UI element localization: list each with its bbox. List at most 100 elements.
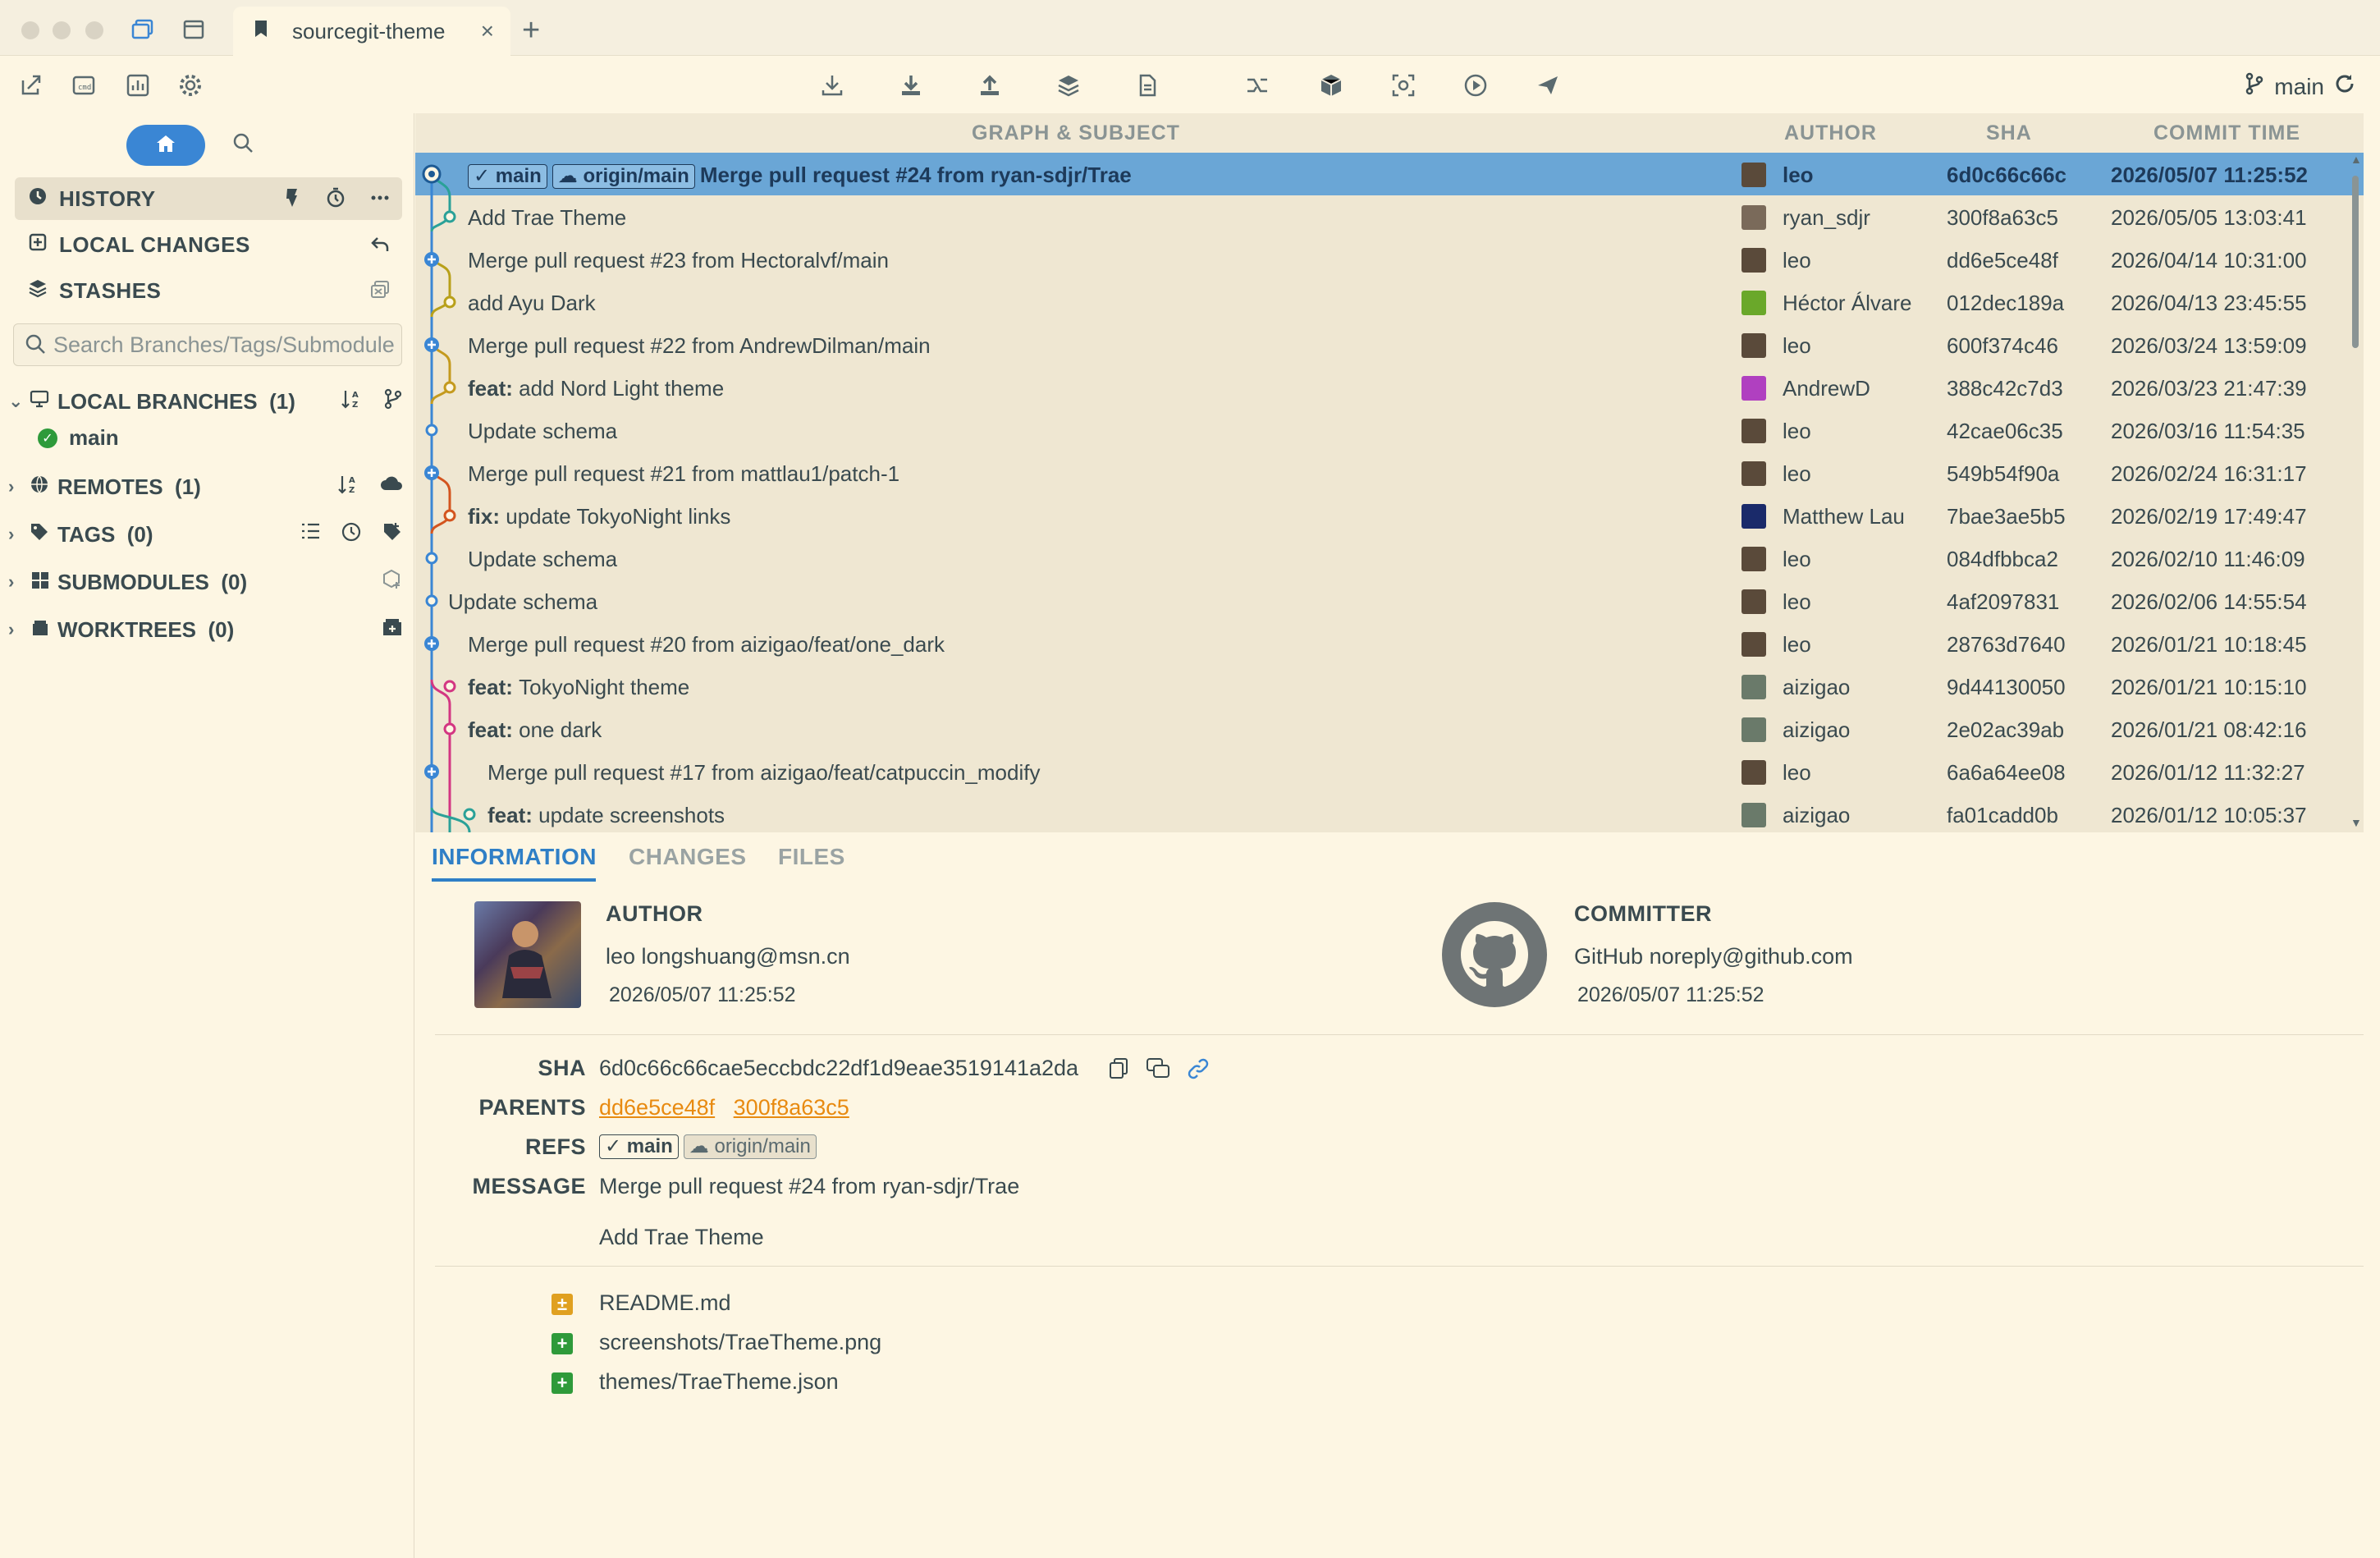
open-ai-assistant-icon[interactable]	[1533, 71, 1563, 100]
more-options-icon[interactable]	[369, 187, 391, 214]
add-remote-icon[interactable]	[380, 474, 403, 501]
git-lfs-icon[interactable]	[1316, 71, 1346, 100]
current-branch-check-icon: ✓	[38, 428, 57, 448]
commit-time: 2026/04/14 10:31:00	[2111, 248, 2307, 273]
parent-link[interactable]: dd6e5ce48f	[599, 1095, 715, 1120]
changed-file[interactable]: themes/TraeTheme.json	[599, 1369, 839, 1395]
commit-row[interactable]: fix: update TokyoNight links Matthew Lau 7…	[415, 494, 2364, 537]
tab-information[interactable]: INFORMATION	[432, 844, 597, 870]
ref-tag-main[interactable]: ✓ main	[599, 1134, 679, 1159]
add-worktree-icon[interactable]	[382, 616, 403, 644]
copy-sha-icon[interactable]	[1108, 1057, 1129, 1084]
commit-row[interactable]: Merge pull request #17 from aizigao/feat…	[415, 750, 2364, 793]
commit-row[interactable]: ✓ main ☁ origin/main Merge pull request #2…	[415, 153, 2364, 195]
column-author[interactable]: AUTHOR	[1784, 121, 1877, 145]
tags-group[interactable]: › TAGS (0)	[0, 514, 414, 555]
column-sha[interactable]: SHA	[1986, 121, 2032, 145]
sidebar-item-history[interactable]: HISTORY	[15, 177, 402, 220]
current-branch-indicator[interactable]: main	[2245, 72, 2355, 101]
clear-stashes-icon[interactable]	[369, 279, 391, 306]
scroll-down-icon[interactable]: ▼	[2350, 816, 2362, 829]
pages-icon[interactable]	[181, 16, 207, 43]
branch-search-input[interactable]: Search Branches/Tags/Submodule	[13, 323, 402, 366]
highlight-filter-icon[interactable]	[282, 187, 302, 214]
commit-row[interactable]: Merge pull request #20 from aizigao/feat…	[415, 622, 2364, 665]
commit-row[interactable]: Update schema leo 084dfbbca2 2026/02/10 11:…	[415, 537, 2364, 580]
stash-icon[interactable]	[1054, 71, 1083, 100]
commit-row[interactable]: feat: one dark aizigao 2e02ac39ab 2026/01/2…	[415, 708, 2364, 750]
terminal-icon[interactable]: cmd	[69, 71, 98, 100]
workspace-icon[interactable]	[130, 16, 156, 43]
commit-row[interactable]: Update schema leo 42cae06c35 2026/03/16 11:…	[415, 409, 2364, 451]
settings-gear-icon[interactable]	[176, 71, 205, 100]
minimize-window-button[interactable]	[53, 21, 71, 39]
tab-files[interactable]: FILES	[778, 844, 845, 870]
copy-info-icon[interactable]	[1146, 1057, 1170, 1084]
fetch-icon[interactable]	[817, 71, 847, 100]
remotes-group[interactable]: › REMOTES (1) AZ	[0, 466, 414, 507]
tag-sort-time-icon[interactable]	[341, 521, 362, 548]
tag-list-mode-icon[interactable]	[300, 521, 321, 548]
new-branch-icon[interactable]	[383, 388, 403, 415]
worktrees-group[interactable]: › WORKTREES (0)	[0, 609, 414, 650]
repo-tab[interactable]: sourcegit-theme ×	[233, 7, 510, 56]
sidebar-item-local-changes[interactable]: LOCAL CHANGES	[15, 223, 402, 266]
column-graph-subject[interactable]: GRAPH & SUBJECT	[972, 121, 1180, 145]
commit-list-scrollbar[interactable]: ▲ ▼	[2347, 153, 2364, 832]
commit-row[interactable]: Merge pull request #22 from AndrewDilman…	[415, 323, 2364, 366]
commit-row[interactable]: feat: TokyoNight theme aizigao 9d44130050 2…	[415, 665, 2364, 708]
discard-changes-icon[interactable]	[369, 233, 391, 260]
push-icon[interactable]	[975, 71, 1005, 100]
close-window-button[interactable]	[21, 21, 39, 39]
branch-item-main[interactable]: ✓ main	[38, 425, 119, 451]
sort-remotes-icon[interactable]: AZ	[337, 474, 360, 501]
chevron-right-icon[interactable]: ›	[8, 476, 14, 497]
commit-row[interactable]: add Ayu Dark Héctor Álvare 012dec189a 2026/…	[415, 281, 2364, 323]
timer-icon[interactable]	[325, 187, 346, 214]
scroll-thumb[interactable]	[2352, 176, 2359, 348]
statistics-icon[interactable]	[123, 71, 153, 100]
tab-changes[interactable]: CHANGES	[629, 844, 747, 870]
commit-row[interactable]: Update schema leo 4af2097831 2026/02/06 14:…	[415, 580, 2364, 622]
chevron-right-icon[interactable]: ›	[8, 571, 14, 593]
svg-text:A: A	[352, 391, 359, 400]
submodules-group[interactable]: › SUBMODULES (0)	[0, 561, 414, 603]
home-button[interactable]	[126, 125, 205, 166]
commit-detail-panel: INFORMATION CHANGES FILES AUTHOR leo lon…	[415, 832, 2380, 1558]
bisect-icon[interactable]	[1389, 71, 1418, 100]
zoom-window-button[interactable]	[85, 21, 103, 39]
sha-value[interactable]: 6d0c66c66cae5eccbdc22df1d9eae3519141a2da	[599, 1056, 1078, 1081]
custom-action-icon[interactable]	[1461, 71, 1490, 100]
git-flow-icon[interactable]	[1243, 71, 1272, 100]
sidebar-item-stashes[interactable]: STASHES	[15, 269, 402, 312]
tab-close-icon[interactable]: ×	[481, 18, 494, 44]
commit-row[interactable]: Merge pull request #21 from mattlau1/pat…	[415, 451, 2364, 494]
changed-file[interactable]: README.md	[599, 1290, 731, 1316]
apply-patch-icon[interactable]	[1133, 71, 1162, 100]
local-branches-group[interactable]: ⌄ LOCAL BRANCHES (1) AZ	[0, 381, 414, 422]
commit-row[interactable]: feat: update screenshots aizigao fa01cadd0…	[415, 793, 2364, 832]
chevron-down-icon[interactable]: ⌄	[8, 391, 23, 412]
parent-link[interactable]: 300f8a63c5	[734, 1095, 849, 1120]
search-commits-button[interactable]	[231, 131, 258, 158]
commit-author: aizigao	[1783, 717, 1851, 742]
commit-row[interactable]: Merge pull request #23 from Hectoralvf/m…	[415, 238, 2364, 281]
ref-tag-origin[interactable]: ☁ origin/main	[683, 1134, 817, 1159]
new-tab-button[interactable]: +	[522, 13, 540, 48]
new-tag-icon[interactable]	[382, 521, 403, 548]
open-in-icon[interactable]	[16, 71, 46, 100]
ref-tag-origin[interactable]: ☁ origin/main	[552, 164, 695, 190]
changed-file[interactable]: screenshots/TraeTheme.png	[599, 1330, 881, 1355]
chevron-right-icon[interactable]: ›	[8, 524, 14, 545]
chevron-right-icon[interactable]: ›	[8, 619, 14, 640]
sort-branches-icon[interactable]: AZ	[341, 388, 364, 415]
commit-subject: Add Trae Theme	[468, 205, 627, 230]
link-icon[interactable]	[1187, 1057, 1210, 1084]
pull-icon[interactable]	[896, 71, 926, 100]
commit-row[interactable]: Add Trae Theme ryan_sdjr 300f8a63c5 2026/05…	[415, 195, 2364, 238]
add-submodule-icon[interactable]	[382, 569, 403, 596]
column-commit-time[interactable]: COMMIT TIME	[2153, 121, 2300, 145]
scroll-up-icon[interactable]: ▲	[2350, 153, 2362, 166]
sync-icon[interactable]	[2334, 73, 2355, 100]
commit-row[interactable]: feat: add Nord Light theme AndrewD 388c42c…	[415, 366, 2364, 409]
